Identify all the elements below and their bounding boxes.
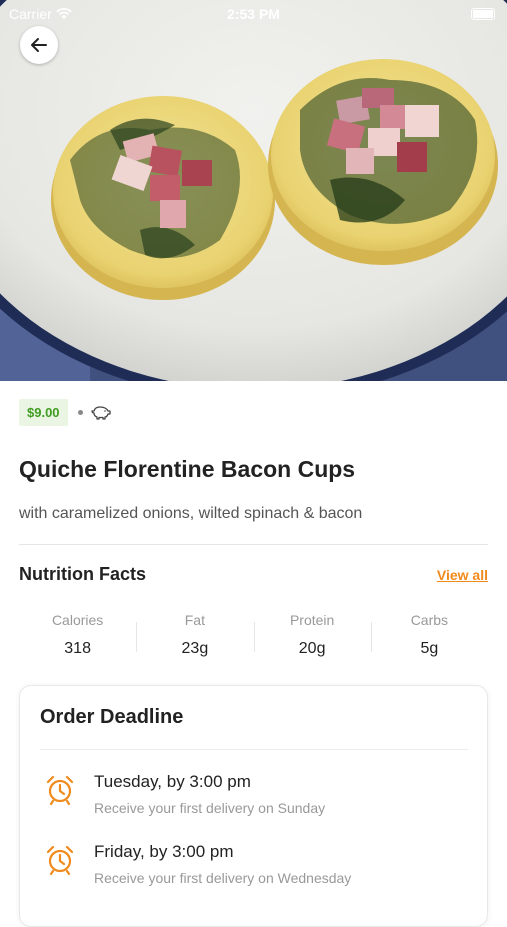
nutrition-label: Protein [289, 612, 335, 628]
nutrition-label: Fat [184, 612, 205, 628]
nutrition-calories: Calories 318 [19, 608, 136, 668]
status-time: 2:53 PM [227, 6, 280, 22]
nutrition-carbs: Carbs 5g [370, 608, 488, 668]
arrow-left-icon [31, 38, 47, 52]
nutrition-summary: Calories 318 Fat 23g Protein 20g Carbs 5… [19, 608, 488, 668]
nutrition-label: Calories [51, 612, 104, 628]
deadline-sub: Receive your first delivery on Wednesday [94, 870, 352, 886]
separator-dot [77, 410, 83, 415]
nutrition-value: 20g [298, 640, 326, 657]
nutrition-protein: Protein 20g [253, 608, 371, 668]
quiche-photo [0, 0, 507, 381]
price-badge: $9.00 [19, 399, 68, 426]
deadline-sub: Receive your first delivery on Sunday [94, 800, 326, 816]
alarm-clock-icon [46, 775, 74, 806]
nutrition-label: Carbs [410, 612, 449, 628]
deadline-main: Friday, by 3:00 pm [94, 842, 234, 861]
product-subtitle: with caramelized onions, wilted spinach … [19, 505, 363, 522]
nutrition-value: 23g [181, 640, 209, 657]
nutrition-facts-title: Nutrition Facts [19, 564, 147, 584]
section-divider [19, 544, 488, 545]
nutrition-value: 318 [64, 640, 91, 657]
nutrition-fat: Fat 23g [136, 608, 253, 668]
order-deadline-card: Order Deadline Tuesday, by 3:00 pm Recei… [19, 685, 488, 927]
product-title: Quiche Florentine Bacon Cups [19, 456, 356, 482]
back-button[interactable] [20, 26, 58, 64]
view-all-link[interactable]: View all [437, 567, 488, 583]
pig-icon [90, 405, 111, 420]
battery-icon [471, 8, 495, 20]
deadline-main: Tuesday, by 3:00 pm [94, 772, 251, 791]
hero-image [0, 0, 507, 381]
price-row: $9.00 [19, 399, 111, 426]
order-deadline-title: Order Deadline [40, 706, 184, 728]
nutrition-value: 5g [420, 640, 439, 657]
status-bar: Carrier 2:53 PM [0, 0, 507, 28]
card-divider [40, 749, 468, 750]
alarm-clock-icon [46, 845, 74, 876]
